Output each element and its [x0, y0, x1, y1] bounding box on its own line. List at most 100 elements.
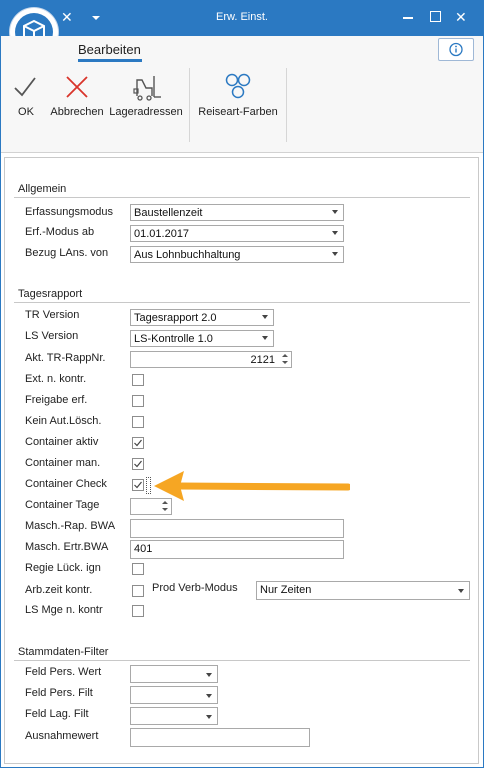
chevron-down-icon — [206, 673, 212, 677]
close-x-icon[interactable]: ✕ — [61, 10, 73, 24]
container-aktiv-checkbox[interactable] — [132, 437, 144, 449]
feld-pers-wert-label: Feld Pers. Wert — [25, 666, 102, 678]
window-close-icon[interactable]: ✕ — [455, 10, 467, 24]
prod-verb-select[interactable]: Nur Zeiten — [256, 581, 470, 600]
kein-aut-checkbox[interactable] — [132, 416, 144, 428]
ls-mge-checkbox[interactable] — [132, 605, 144, 617]
chevron-down-icon — [332, 210, 338, 214]
container-check-checkbox[interactable] — [132, 479, 144, 491]
minimize-icon[interactable] — [403, 17, 413, 19]
chevron-down-icon — [206, 694, 212, 698]
chevron-down-icon — [332, 231, 338, 235]
ribbon-separator — [286, 68, 287, 142]
focus-indicator — [146, 477, 151, 494]
tab-underline — [78, 59, 142, 62]
storage-addresses-button[interactable]: Lageradressen — [108, 70, 184, 124]
regie-label: Regie Lück. ign — [25, 562, 101, 574]
feld-pers-wert-select[interactable] — [130, 665, 218, 683]
group-title-allgemein: Allgemein — [18, 183, 67, 195]
arbzeit-label: Arb.zeit kontr. — [25, 584, 93, 596]
arbzeit-checkbox[interactable] — [132, 585, 144, 597]
erfassungsmodus-value: Baustellenzeit — [134, 207, 203, 219]
ok-label: OK — [18, 106, 34, 118]
ls-version-label: LS Version — [25, 330, 79, 342]
freigabe-checkbox[interactable] — [132, 395, 144, 407]
akt-tr-spinner[interactable]: 2121 — [130, 351, 292, 368]
erf-modus-ab-value: 01.01.2017 — [134, 228, 190, 240]
group-title-tagesrapport: Tagesrapport — [18, 288, 83, 300]
tr-version-label: TR Version — [25, 309, 80, 321]
masch-rap-label: Masch.-Rap. BWA — [25, 520, 116, 532]
quick-access-dropdown-icon[interactable] — [92, 16, 100, 20]
spin-up-icon[interactable] — [282, 354, 288, 357]
chevron-down-icon — [262, 315, 268, 319]
container-check-label: Container Check — [25, 478, 107, 490]
container-tage-label: Container Tage — [25, 499, 100, 511]
checkmark-icon — [134, 460, 142, 468]
info-button[interactable] — [438, 38, 474, 61]
forklift-icon — [133, 76, 161, 101]
regie-checkbox[interactable] — [132, 563, 144, 575]
akt-tr-label: Akt. TR-RappNr. — [25, 352, 106, 364]
chevron-down-icon — [206, 715, 212, 719]
storage-addresses-label: Lageradressen — [109, 106, 183, 118]
tr-version-select[interactable]: Tagesrapport 2.0 — [130, 309, 274, 326]
checkmark-icon — [134, 481, 142, 489]
container-tage-spinner[interactable] — [130, 498, 172, 515]
ausnahmewert-input[interactable] — [130, 728, 310, 747]
spin-down-icon[interactable] — [282, 361, 288, 364]
ribbon-separator — [189, 68, 190, 142]
bezug-value: Aus Lohnbuchhaltung — [134, 249, 241, 261]
bezug-select[interactable]: Aus Lohnbuchhaltung — [130, 246, 344, 263]
ext-kontr-label: Ext. n. kontr. — [25, 373, 87, 385]
feld-pers-filt-label: Feld Pers. Filt — [25, 687, 93, 699]
chevron-down-icon — [458, 589, 464, 593]
masch-ertr-value: 401 — [134, 543, 153, 555]
feld-lag-filt-label: Feld Lag. Filt — [25, 708, 89, 720]
ls-version-value: LS-Kontrolle 1.0 — [134, 333, 213, 345]
ls-mge-label: LS Mge n. kontr — [25, 604, 103, 616]
info-icon — [449, 42, 463, 57]
ext-kontr-checkbox[interactable] — [132, 374, 144, 386]
ls-version-select[interactable]: LS-Kontrolle 1.0 — [130, 330, 274, 347]
erf-modus-ab-date[interactable]: 01.01.2017 — [130, 225, 344, 242]
container-man-checkbox[interactable] — [132, 458, 144, 470]
prod-verb-value: Nur Zeiten — [260, 584, 312, 596]
erfassungsmodus-select[interactable]: Baustellenzeit — [130, 204, 344, 221]
reiseart-farben-label: Reiseart-Farben — [198, 106, 278, 118]
color-circles-icon — [225, 73, 251, 99]
feld-pers-filt-select[interactable] — [130, 686, 218, 704]
container-aktiv-label: Container aktiv — [25, 436, 99, 448]
chevron-down-icon — [262, 336, 268, 340]
maximize-icon[interactable] — [430, 11, 441, 22]
akt-tr-value: 2121 — [250, 354, 275, 366]
group-title-stammdaten: Stammdaten-Filter — [18, 646, 109, 658]
tab-bearbeiten[interactable]: Bearbeiten — [78, 42, 141, 57]
spin-up-icon[interactable] — [162, 501, 168, 504]
prod-verb-label: Prod Verb-Modus — [152, 582, 238, 594]
ausnahmewert-label: Ausnahmewert — [25, 730, 99, 742]
masch-ertr-label: Masch. Ertr.BWA — [25, 541, 109, 553]
checkmark-icon — [14, 77, 36, 97]
cancel-button[interactable]: Abbrechen — [48, 70, 106, 124]
chevron-down-icon — [332, 252, 338, 256]
kein-aut-label: Kein Aut.Lösch. — [25, 415, 102, 427]
freigabe-label: Freigabe erf. — [25, 394, 88, 406]
erfassungsmodus-label: Erfassungsmodus — [25, 206, 114, 218]
bezug-label: Bezug LAns. von — [25, 247, 109, 259]
masch-rap-input[interactable] — [130, 519, 344, 538]
cancel-label: Abbrechen — [50, 106, 104, 118]
container-man-label: Container man. — [25, 457, 101, 469]
reiseart-farben-button[interactable]: Reiseart-Farben — [194, 70, 282, 124]
erf-modus-ab-label: Erf.-Modus ab — [25, 226, 95, 238]
spin-down-icon[interactable] — [162, 508, 168, 511]
feld-lag-filt-select[interactable] — [130, 707, 218, 725]
tr-version-value: Tagesrapport 2.0 — [134, 312, 217, 324]
group-divider — [14, 197, 470, 198]
title-bar: Erw. Einst. ✕ ✕ — [0, 0, 484, 36]
checkmark-icon — [134, 439, 142, 447]
masch-ertr-input[interactable]: 401 — [130, 540, 344, 559]
ok-button[interactable]: OK — [8, 70, 44, 124]
cancel-x-icon — [66, 76, 88, 98]
group-divider — [14, 302, 470, 303]
